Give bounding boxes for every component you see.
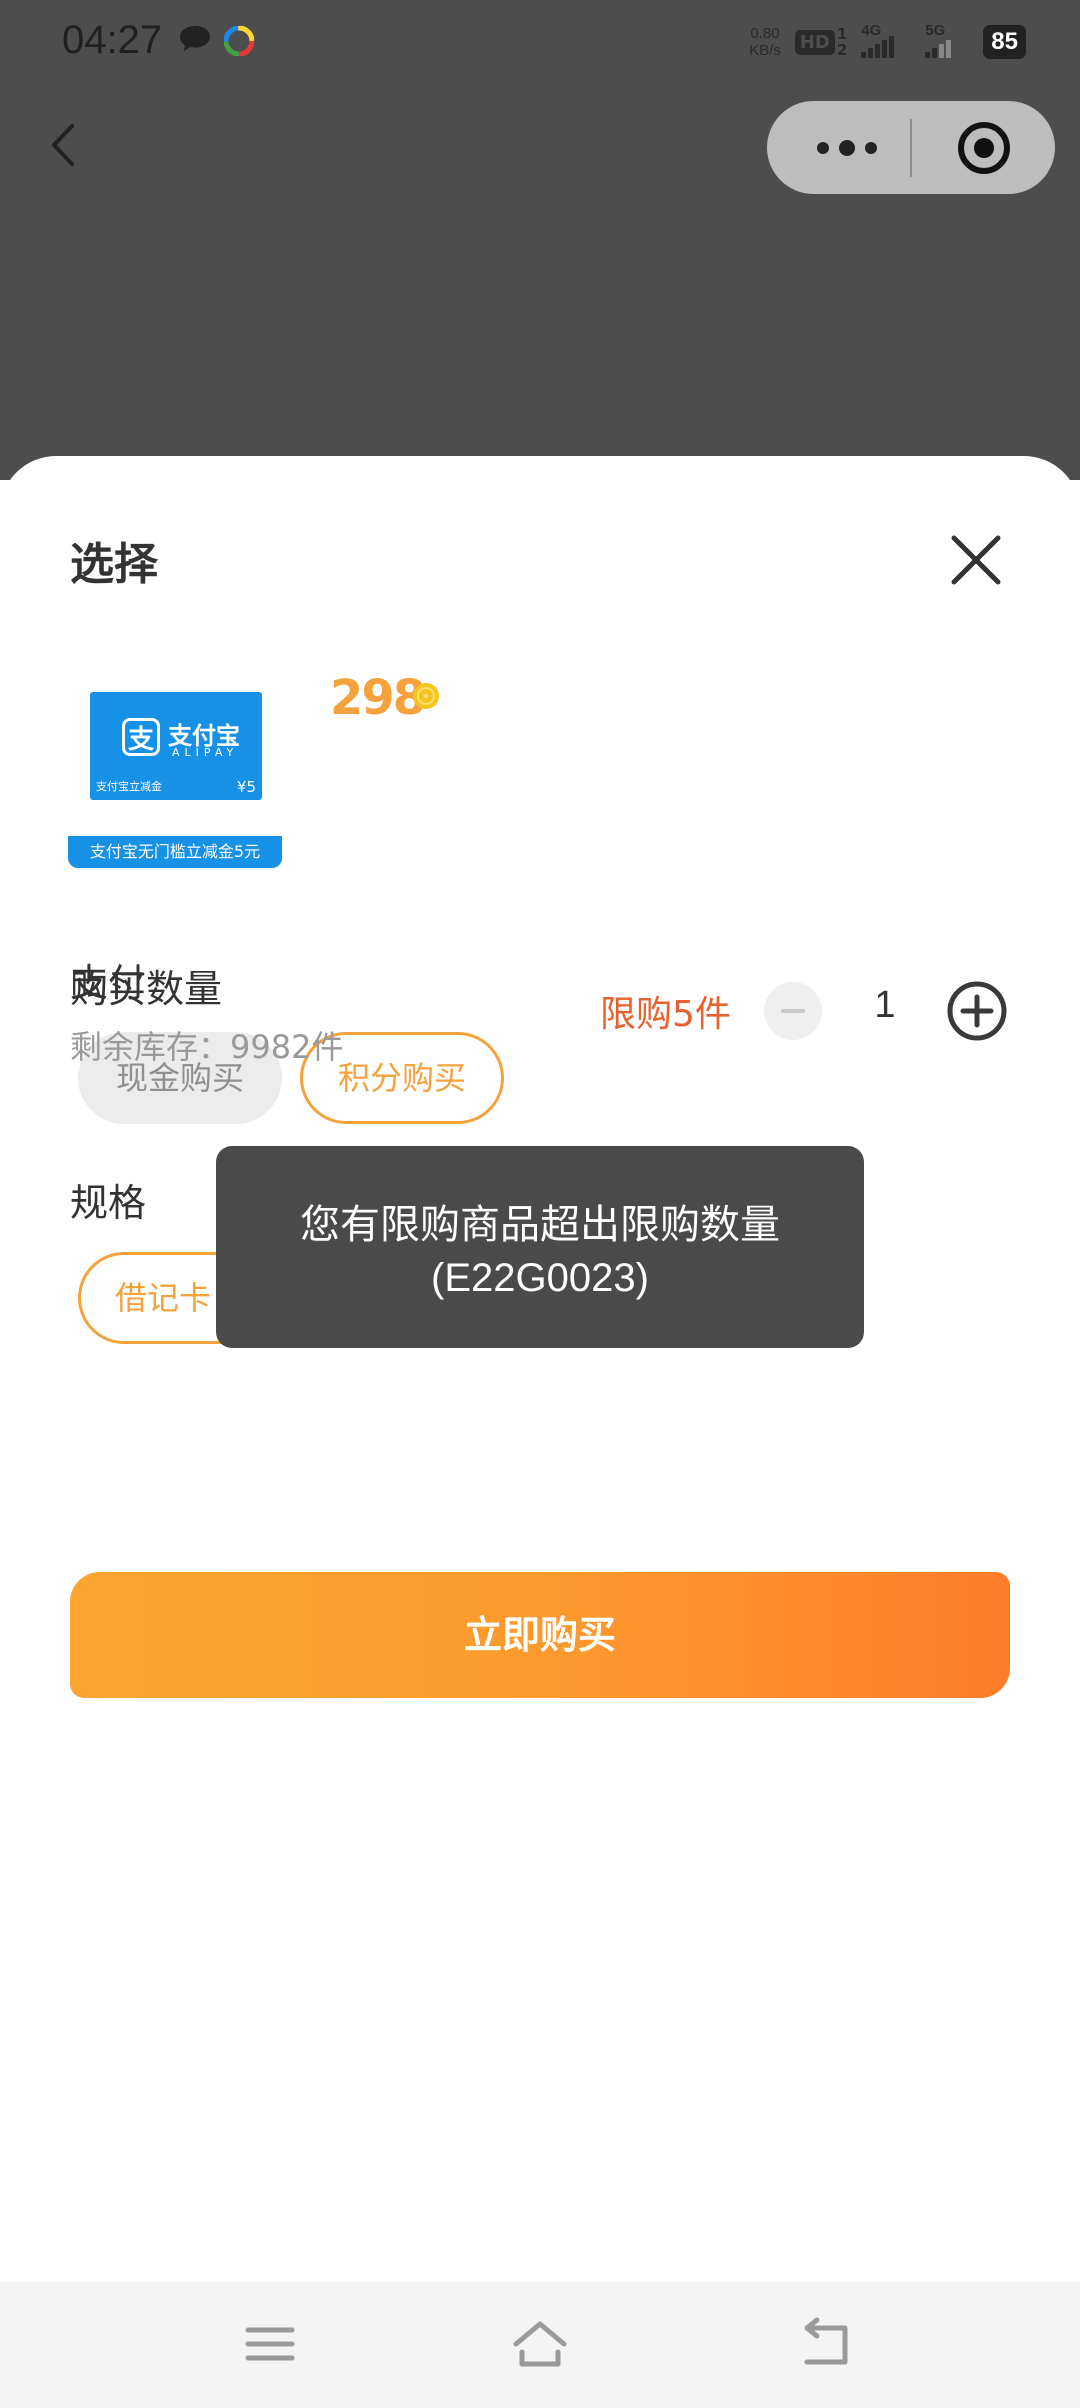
capsule-divider: [910, 119, 912, 177]
status-bar: 04:27 0.80 KB/s HD 1 2 4G 5G 85: [0, 0, 1080, 86]
card-value: ¥5: [236, 778, 256, 796]
back-icon[interactable]: [795, 2314, 855, 2374]
network-speed-unit: KB/s: [749, 42, 781, 59]
network-5g-label: 5G: [925, 22, 946, 39]
home-icon[interactable]: [510, 2314, 570, 2374]
card-small-text: 支付宝立减金: [96, 780, 162, 793]
product-image: 支 支付宝 ALIPAY 支付宝立减金 ¥5 支付宝无门槛立减金5元: [68, 692, 282, 868]
network-speed: 0.80 KB/s: [749, 25, 781, 59]
minus-icon: [781, 1009, 805, 1013]
toast-error-code: (E22G0023): [431, 1256, 649, 1300]
back-arrow-icon[interactable]: [40, 120, 90, 170]
toast-message: 您有限购商品超出限购数量: [300, 1202, 780, 1248]
status-time: 04:27: [62, 18, 163, 62]
quantity-value[interactable]: 1: [850, 984, 920, 1027]
buy-now-button[interactable]: 立即购买: [70, 1572, 1010, 1698]
purchase-limit: 限购5件: [600, 994, 731, 1035]
close-icon[interactable]: [948, 532, 1004, 588]
app-notification-icon: [224, 26, 254, 56]
alipay-logo-icon: 支: [122, 718, 160, 756]
increase-quantity-button[interactable]: [946, 980, 1008, 1042]
network-4g-label: 4G: [861, 22, 882, 39]
close-mini-program-icon[interactable]: [957, 121, 1011, 175]
stock-remaining: 剩余库存：9982件: [70, 1028, 344, 1066]
chat-bubble-icon: [180, 26, 210, 51]
product-caption: 支付宝无门槛立减金5元: [68, 836, 282, 868]
decrease-quantity-button[interactable]: [764, 982, 822, 1040]
menu-icon[interactable]: [240, 2314, 300, 2374]
sim1-index: 1: [836, 25, 848, 43]
mini-program-capsule: [767, 101, 1055, 194]
signal-5g-icon: 5G: [925, 22, 969, 58]
spec-label: 规格: [70, 1181, 147, 1225]
error-toast: 您有限购商品超出限购数量 (E22G0023): [216, 1146, 864, 1348]
status-indicators: 0.80 KB/s HD 1 2 4G 5G 85: [749, 22, 1026, 62]
card-brand-sub: ALIPAY: [172, 746, 239, 759]
quantity-label: 购买数量: [70, 967, 223, 1011]
system-nav-bar: [0, 2282, 1080, 2408]
product-price: 298: [330, 670, 426, 726]
network-speed-value: 0.80: [750, 25, 780, 42]
signal-4g-icon: 4G: [861, 22, 911, 58]
gold-coin-icon: [413, 683, 439, 709]
hd-indicator: HD 1 2: [794, 25, 848, 59]
alipay-card: 支 支付宝 ALIPAY 支付宝立减金 ¥5: [90, 692, 262, 800]
more-options-button[interactable]: [807, 121, 887, 175]
hd-badge: HD: [794, 29, 835, 55]
purchase-sheet: 选择 支 支付宝 ALIPAY 支付宝立减金 ¥5 支付宝无门槛立减金5元 29…: [0, 456, 1080, 2280]
battery-indicator: 85: [983, 25, 1026, 59]
sheet-title: 选择: [70, 539, 158, 590]
sim2-index: 2: [836, 41, 848, 59]
